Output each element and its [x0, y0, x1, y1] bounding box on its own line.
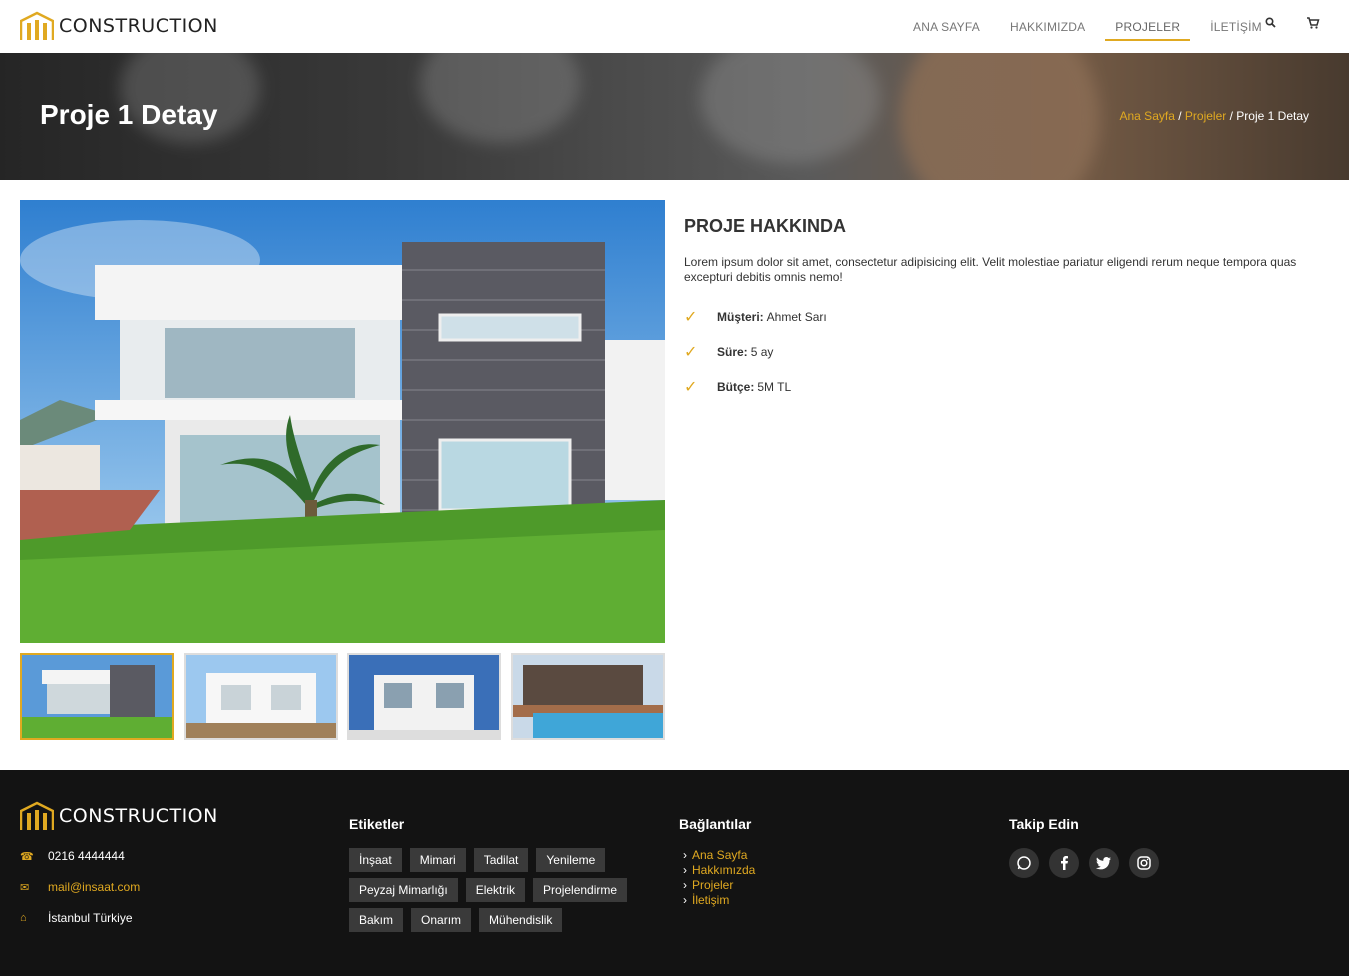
spec-value: 5 ay	[750, 344, 774, 359]
address-text: İstanbul Türkiye	[48, 911, 133, 925]
logo-icon	[20, 11, 54, 40]
footer-link-item[interactable]: › Ana Sayfa	[683, 848, 755, 863]
breadcrumb-current: Proje 1 Detay	[1236, 109, 1309, 123]
tags-heading: Etiketler	[349, 816, 405, 832]
site-header: CONSTRUCTION ANA SAYFA HAKKIMIZDA PROJEL…	[0, 0, 1349, 53]
footer-link-item[interactable]: › Projeler	[683, 878, 755, 893]
instagram-icon[interactable]	[1129, 848, 1159, 878]
tag[interactable]: Bakım	[349, 908, 404, 932]
thumbnail-strip	[20, 653, 665, 740]
tag[interactable]: İnşaat	[349, 848, 402, 872]
nav-item-contact[interactable]: İLETİŞİM	[1200, 13, 1272, 41]
thumbnail-2[interactable]	[183, 653, 338, 740]
tag-cloud: İnşaat Mimari Tadilat Yenileme Peyzaj Mi…	[349, 848, 639, 938]
project-heading: PROJE HAKKINDA	[684, 216, 847, 236]
footer-logo[interactable]: CONSTRUCTION	[20, 800, 218, 832]
page-title: Proje 1 Detay	[40, 99, 218, 130]
spec-value: 5M TL	[757, 379, 792, 394]
email-link[interactable]: mail@insaat.com	[48, 880, 140, 894]
links-heading: Bağlantılar	[679, 816, 752, 832]
check-icon: ✓	[684, 343, 698, 361]
contact-email: ✉ mail@insaat.com	[20, 880, 140, 894]
search-icon[interactable]	[1264, 16, 1278, 30]
house-illustration	[20, 200, 665, 643]
social-links	[1009, 848, 1169, 878]
tag[interactable]: Mimari	[409, 848, 466, 872]
tag[interactable]: Tadilat	[473, 848, 529, 872]
project-info: PROJE HAKKINDA Lorem ipsum dolor sit ame…	[684, 216, 1324, 404]
check-icon: ✓	[684, 378, 698, 396]
contact-address: ⌂ İstanbul Türkiye	[20, 911, 133, 925]
logo-icon	[20, 801, 54, 830]
phone-text: 0216 4444444	[48, 849, 125, 863]
facebook-icon[interactable]	[1049, 848, 1079, 878]
brand-logo[interactable]: CONSTRUCTION	[20, 10, 218, 42]
footer-link-item[interactable]: › İletişim	[683, 893, 755, 908]
chevron-right-icon: ›	[683, 893, 687, 907]
breadcrumb-home-link[interactable]: Ana Sayfa	[1120, 109, 1175, 123]
spec-label: Süre:	[717, 344, 748, 359]
spec-duration: ✓ Süre: 5 ay	[684, 334, 1324, 369]
spec-budget: ✓ Bütçe: 5M TL	[684, 369, 1324, 404]
cart-icon[interactable]	[1306, 16, 1320, 30]
footer-links: › Ana Sayfa › Hakkımızda › Projeler › İletiş…	[683, 848, 755, 908]
footer-link[interactable]: İletişim	[692, 893, 729, 907]
spec-label: Bütçe:	[717, 379, 755, 394]
phone-icon: ☎	[20, 850, 34, 863]
thumbnail-4[interactable]	[510, 653, 665, 740]
tag[interactable]: Mühendislik	[479, 908, 563, 932]
nav-item-projects[interactable]: PROJELER	[1105, 13, 1191, 41]
check-icon: ✓	[684, 308, 698, 326]
thumbnail-1[interactable]	[20, 653, 174, 740]
thumbnail-3[interactable]	[347, 653, 502, 740]
home-icon: ⌂	[20, 912, 27, 924]
site-footer: CONSTRUCTION ☎ 0216 4444444 ✉ mail@insaa…	[0, 770, 1349, 976]
brand-name: CONSTRUCTION	[59, 15, 218, 37]
tag[interactable]: Elektrik	[465, 878, 526, 902]
footer-link[interactable]: Hakkımızda	[692, 863, 755, 877]
mail-icon: ✉	[20, 881, 30, 894]
page-hero-banner: Proje 1 Detay Ana Sayfa / Projeler / Pro…	[0, 53, 1349, 180]
spec-label: Müşteri:	[717, 309, 764, 324]
breadcrumb-separator: /	[1229, 109, 1233, 123]
chevron-right-icon: ›	[683, 863, 687, 877]
breadcrumb-projects-link[interactable]: Projeler	[1185, 109, 1226, 123]
main-nav: ANA SAYFA HAKKIMIZDA PROJELER İLETİŞİM	[898, 0, 1277, 53]
nav-item-about[interactable]: HAKKIMIZDA	[1000, 13, 1095, 41]
breadcrumb: Ana Sayfa / Projeler / Proje 1 Detay	[1120, 109, 1310, 123]
twitter-icon[interactable]	[1089, 848, 1119, 878]
contact-phone: ☎ 0216 4444444	[20, 849, 125, 863]
tag[interactable]: Yenileme	[536, 848, 606, 872]
breadcrumb-separator: /	[1178, 109, 1182, 123]
brand-name: CONSTRUCTION	[59, 805, 218, 827]
whatsapp-icon[interactable]	[1009, 848, 1039, 878]
spec-value: Ahmet Sarı	[766, 309, 827, 324]
footer-link-item[interactable]: › Hakkımızda	[683, 863, 755, 878]
project-main-image	[20, 200, 665, 643]
chevron-right-icon: ›	[683, 848, 687, 862]
spec-client: ✓ Müşteri: Ahmet Sarı	[684, 299, 1324, 334]
tag[interactable]: Peyzaj Mimarlığı	[349, 878, 458, 902]
chevron-right-icon: ›	[683, 878, 687, 892]
project-description: Lorem ipsum dolor sit amet, consectetur …	[684, 255, 1297, 284]
tag[interactable]: Onarım	[411, 908, 472, 932]
tag[interactable]: Projelendirme	[533, 878, 628, 902]
footer-link[interactable]: Projeler	[692, 878, 733, 892]
footer-link[interactable]: Ana Sayfa	[692, 848, 747, 862]
social-heading: Takip Edin	[1009, 816, 1079, 832]
nav-item-home[interactable]: ANA SAYFA	[903, 13, 990, 41]
